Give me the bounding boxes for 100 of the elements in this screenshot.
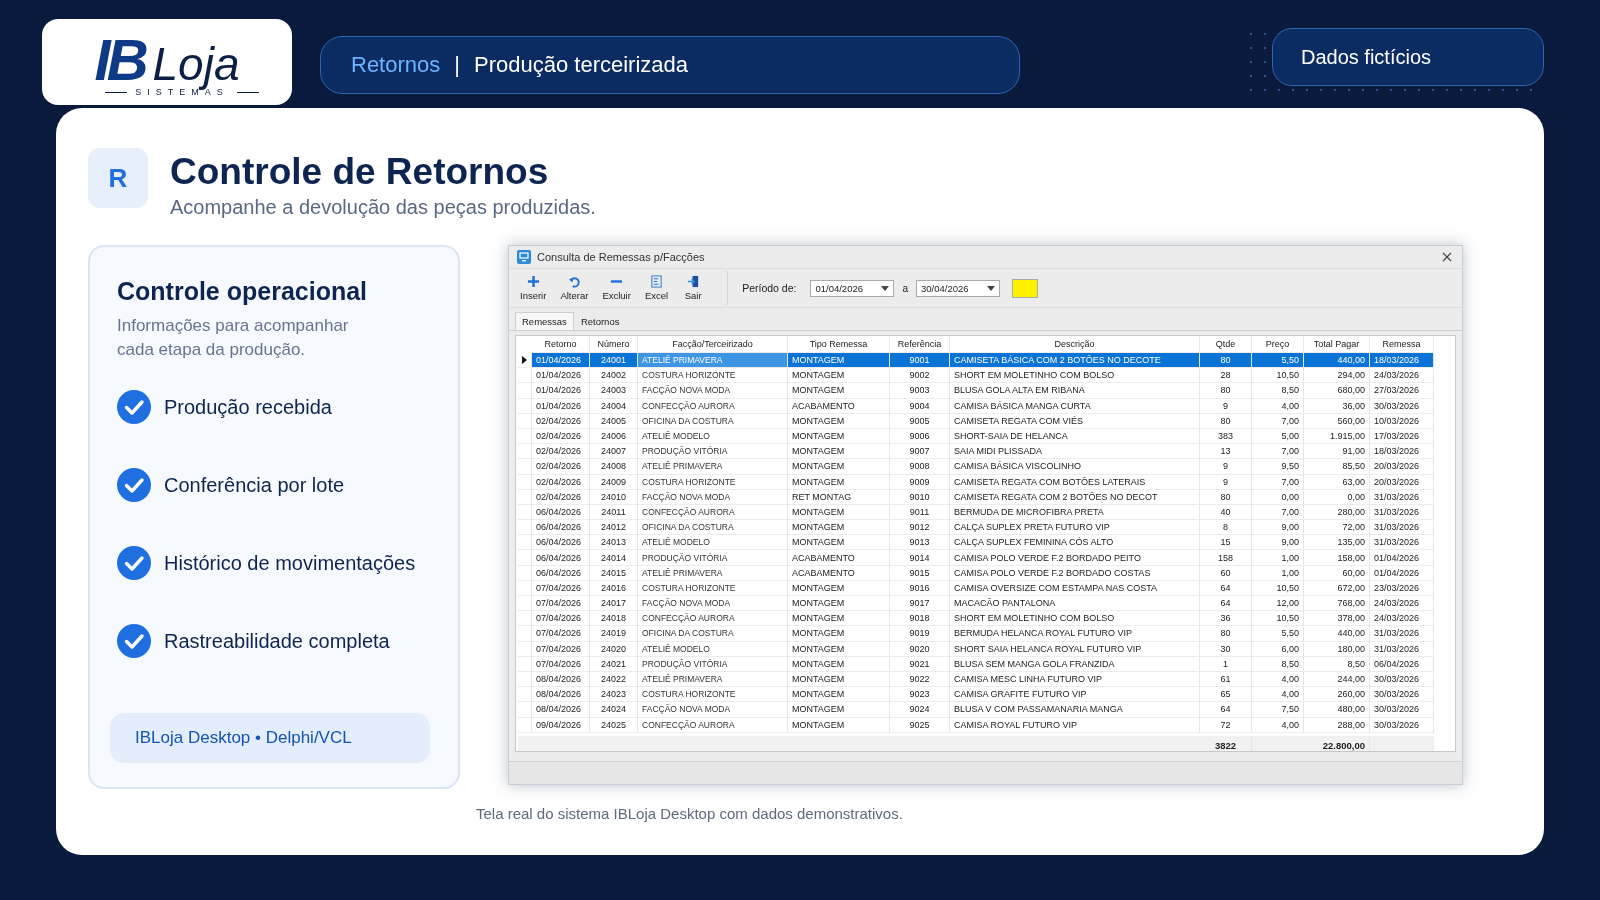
column-header[interactable]: Total Pagar xyxy=(1304,336,1370,353)
color-swatch[interactable] xyxy=(1012,278,1038,298)
table-cell: 31/03/2026 xyxy=(1370,520,1434,536)
toolbar-button[interactable]: Sair xyxy=(677,273,710,303)
table-cell: CONFECÇÃO AURORA xyxy=(638,504,788,521)
table-cell: 9013 xyxy=(890,535,950,551)
table-row[interactable]: 02/04/2026 24005 OFICINA DA COSTURA MONTAGEM 9005 CAMISETA REGATA COM VIÉS 80 7,00 560,00 10/03/2026 xyxy=(518,413,1434,429)
table-cell: 07/04/2026 xyxy=(532,611,590,627)
table-cell: 36 xyxy=(1200,611,1252,627)
date-field[interactable]: 30/04/2026 xyxy=(916,279,1000,297)
table-cell: 9,00 xyxy=(1252,520,1304,536)
table-cell: CAMISA ROYAL FUTURO VIP xyxy=(950,717,1200,733)
table-cell: CALÇA SUPLEX PRETA FUTURO VIP xyxy=(950,520,1200,536)
table-row[interactable]: 07/04/2026 24020 ATELIÊ MODELO MONTAGEM 9020 SHORT SAIA HELANCA ROYAL FUTURO VIP 30 6,00 180,00 31/03/2026 xyxy=(518,641,1434,657)
table-row[interactable]: 02/04/2026 24008 ATELIÊ PRIMAVERA MONTAGEM 9008 CAMISA BÁSICA VISCOLINHO 9 9,50 85,50 20/03/2026 xyxy=(518,459,1434,475)
table-cell: 40 xyxy=(1200,504,1252,521)
plus-icon xyxy=(526,275,540,288)
table-cell: MONTAGEM xyxy=(788,474,890,490)
breadcrumb-link[interactable]: Retornos xyxy=(351,52,441,78)
table-cell: BLUSA V COM PASSAMANARIA MANGA xyxy=(950,702,1200,718)
table-cell: CAMISA GRAFITE FUTURO VIP xyxy=(950,687,1200,703)
tab[interactable]: Remessas xyxy=(515,312,574,330)
table-row[interactable]: 01/04/2026 24001 ATELIÊ PRIMAVERA MONTAGEM 9001 CAMISETA BÁSICA COM 2 BOTÕES NO DECOTE 80 5,50 440,00 18/03/2026 xyxy=(518,353,1434,369)
table-row[interactable]: 02/04/2026 24006 ATELIÊ MODELO MONTAGEM 9006 SHORT-SAIA DE HELANCA 383 5,00 1.915,00 17/03/2026 xyxy=(518,428,1434,445)
column-header[interactable]: Qtde xyxy=(1200,336,1252,353)
table-cell: 06/04/2026 xyxy=(532,565,590,581)
table-cell: 1 xyxy=(1200,656,1252,672)
table-cell: 07/04/2026 xyxy=(532,626,590,642)
table-cell: ATELIÊ MODELO xyxy=(638,641,788,657)
table-cell: 9018 xyxy=(890,611,950,627)
table-row[interactable]: 02/04/2026 24007 PRODUÇÃO VITÓRIA MONTAGEM 9007 SAIA MIDI PLISSADA 13 7,00 91,00 18/03/2026 xyxy=(518,444,1434,460)
table-row[interactable]: 06/04/2026 24014 PRODUÇÃO VITÓRIA ACABAMENTO 9014 CAMISA POLO VERDE F.2 BORDADO PEITO 158 1,00 158,00 01/04/2026 xyxy=(518,550,1434,566)
table-cell: 01/04/2026 xyxy=(532,383,590,399)
column-header[interactable]: Referência xyxy=(890,336,950,353)
table-cell: OFICINA DA COSTURA xyxy=(638,413,788,429)
table-row[interactable]: 01/04/2026 24002 COSTURA HORIZONTE MONTAGEM 9002 SHORT EM MOLETINHO COM BOLSO 28 10,50 294,00 24/03/2026 xyxy=(518,368,1434,384)
table-row[interactable]: 07/04/2026 24016 COSTURA HORIZONTE MONTAGEM 9016 CAMISA OVERSIZE COM ESTAMPA NAS COSTA 64 10,50 672,00 23/03/2026 xyxy=(518,580,1434,596)
table-row[interactable]: 02/04/2026 24010 FACÇÃO NOVA MODA RET MONTAG 9010 CAMISETA REGATA COM 2 BOTÕES NO DECOT 80 0,00 0,00 31/03/2026 xyxy=(518,489,1434,505)
date-field[interactable]: 01/04/2026 xyxy=(810,279,895,297)
column-header[interactable]: Preço xyxy=(1252,336,1304,353)
table-cell: RET MONTAG xyxy=(788,489,890,505)
table-cell: 24016 xyxy=(590,580,638,596)
table-row[interactable]: 08/04/2026 24023 COSTURA HORIZONTE MONTAGEM 9023 CAMISA GRAFITE FUTURO VIP 65 4,00 260,00 30/03/2026 xyxy=(518,687,1434,703)
page-subtitle: Acompanhe a devolução das peças produzidas. xyxy=(170,196,596,219)
toolbar-button[interactable]: Inserir xyxy=(515,273,552,303)
table-cell: 20/03/2026 xyxy=(1370,459,1434,475)
table-cell: PRODUÇÃO VITÓRIA xyxy=(638,550,788,566)
table-cell: 8,50 xyxy=(1304,656,1370,672)
tab[interactable]: Retornos xyxy=(573,312,627,330)
table-row[interactable]: 09/04/2026 24025 CONFECÇÃO AURORA MONTAGEM 9025 CAMISA ROYAL FUTURO VIP 72 4,00 288,00 30/03/2026 xyxy=(518,717,1434,733)
demo-data-badge: Dados fictícios xyxy=(1272,28,1544,86)
column-header[interactable]: Tipo Remessa xyxy=(788,336,890,353)
table-row[interactable]: 02/04/2026 24009 COSTURA HORIZONTE MONTAGEM 9009 CAMISETA REGATA COM BOTÕES LATERAIS 9 7,00 63,00 20/03/2026 xyxy=(518,474,1434,490)
table-cell: 24002 xyxy=(590,368,638,384)
table-row[interactable]: 08/04/2026 24022 ATELIÊ PRIMAVERA MONTAGEM 9022 CAMISA MESC LINHA FUTURO VIP 61 4,00 244,00 30/03/2026 xyxy=(518,671,1434,688)
table-row[interactable]: 07/04/2026 24017 FACÇÃO NOVA MODA MONTAGEM 9017 MACACÃO PANTALONA 64 12,00 768,00 24/03/2026 xyxy=(518,596,1434,612)
table-cell: 24003 xyxy=(590,383,638,399)
table-cell: MONTAGEM xyxy=(788,520,890,536)
table-row[interactable]: 06/04/2026 24011 CONFECÇÃO AURORA MONTAGEM 9011 BERMUDA DE MICROFIBRA PRETA 40 7,00 280,00 31/03/2026 xyxy=(518,504,1434,521)
table-cell: 07/04/2026 xyxy=(532,580,590,596)
column-header[interactable]: Retorno xyxy=(532,336,590,353)
toolbar-button[interactable]: Excel xyxy=(639,273,674,303)
table-cell: 260,00 xyxy=(1304,687,1370,703)
table-cell: 31/03/2026 xyxy=(1370,489,1434,505)
column-header[interactable]: Descrição xyxy=(950,336,1200,353)
table-row[interactable]: 06/04/2026 24013 ATELIÊ MODELO MONTAGEM 9013 CALÇA SUPLEX FEMININA CÓS ALTO 15 9,00 135,00 31/03/2026 xyxy=(518,535,1434,551)
feature-label: Rastreabilidade completa xyxy=(164,629,390,653)
toolbar-button[interactable]: Alterar xyxy=(555,273,594,303)
close-button[interactable] xyxy=(1440,250,1454,264)
table-row[interactable]: 07/04/2026 24021 PRODUÇÃO VITÓRIA MONTAGEM 9021 BLUSA SEM MANGA GOLA FRANZIDA 1 8,50 8,50 06/04/2026 xyxy=(518,656,1434,672)
table-cell: 31/03/2026 xyxy=(1370,641,1434,657)
column-header[interactable]: Facção/Terceirizado xyxy=(638,336,788,353)
table-cell: 9022 xyxy=(890,671,950,688)
table-cell: 24019 xyxy=(590,626,638,642)
table-row[interactable]: 01/04/2026 24003 FACÇÃO NOVA MODA MONTAGEM 9003 BLUSA GOLA ALTA EM RIBANA 80 8,50 680,00 27/03/2026 xyxy=(518,383,1434,399)
table-cell: 1,00 xyxy=(1252,550,1304,566)
table-cell: 9,00 xyxy=(1252,535,1304,551)
table-row[interactable]: 01/04/2026 24004 CONFECÇÃO AURORA ACABAMENTO 9004 CAMISA BÁSICA MANGA CURTA 9 4,00 36,00 30/03/2026 xyxy=(518,398,1434,414)
table-cell: 9,50 xyxy=(1252,459,1304,475)
breadcrumb-separator: | xyxy=(454,52,460,78)
table-cell: ATELIÊ PRIMAVERA xyxy=(638,459,788,475)
table-row[interactable]: 07/04/2026 24019 OFICINA DA COSTURA MONTAGEM 9019 BERMUDA HELANCA ROYAL FUTURO VIP 80 5,50 440,00 31/03/2026 xyxy=(518,626,1434,642)
column-header[interactable]: Número xyxy=(590,336,638,353)
table-cell: 8,50 xyxy=(1252,656,1304,672)
table-cell: 72 xyxy=(1200,717,1252,733)
table-row[interactable]: 08/04/2026 24024 FACÇÃO NOVA MODA MONTAGEM 9024 BLUSA V COM PASSAMANARIA MANGA 64 7,50 480,00 30/03/2026 xyxy=(518,702,1434,718)
column-header[interactable]: Remessa xyxy=(1370,336,1434,353)
table-cell: CAMISETA REGATA COM VIÉS xyxy=(950,413,1200,429)
table-row[interactable]: 06/04/2026 24015 ATELIÊ PRIMAVERA ACABAMENTO 9015 CAMISA POLO VERDE F.2 BORDADO COSTAS 60 1,00 60,00 01/04/2026 xyxy=(518,565,1434,581)
table-cell: MONTAGEM xyxy=(788,428,890,445)
table-cell: 08/04/2026 xyxy=(532,687,590,703)
table-cell: 10,50 xyxy=(1252,611,1304,627)
table-cell: 60,00 xyxy=(1304,565,1370,581)
table-cell: 80 xyxy=(1200,413,1252,429)
table-row[interactable]: 07/04/2026 24018 CONFECÇÃO AURORA MONTAGEM 9018 SHORT EM MOLETINHO COM BOLSO 36 10,50 378,00 24/03/2026 xyxy=(518,611,1434,627)
table-row[interactable]: 06/04/2026 24012 OFICINA DA COSTURA MONTAGEM 9012 CALÇA SUPLEX PRETA FUTURO VIP 8 9,00 72,00 31/03/2026 xyxy=(518,520,1434,536)
table-cell: CAMISA BÁSICA VISCOLINHO xyxy=(950,459,1200,475)
table-cell: 23/03/2026 xyxy=(1370,580,1434,596)
table-cell: CAMISA OVERSIZE COM ESTAMPA NAS COSTA xyxy=(950,580,1200,596)
toolbar-button[interactable]: Excluir xyxy=(597,273,636,303)
